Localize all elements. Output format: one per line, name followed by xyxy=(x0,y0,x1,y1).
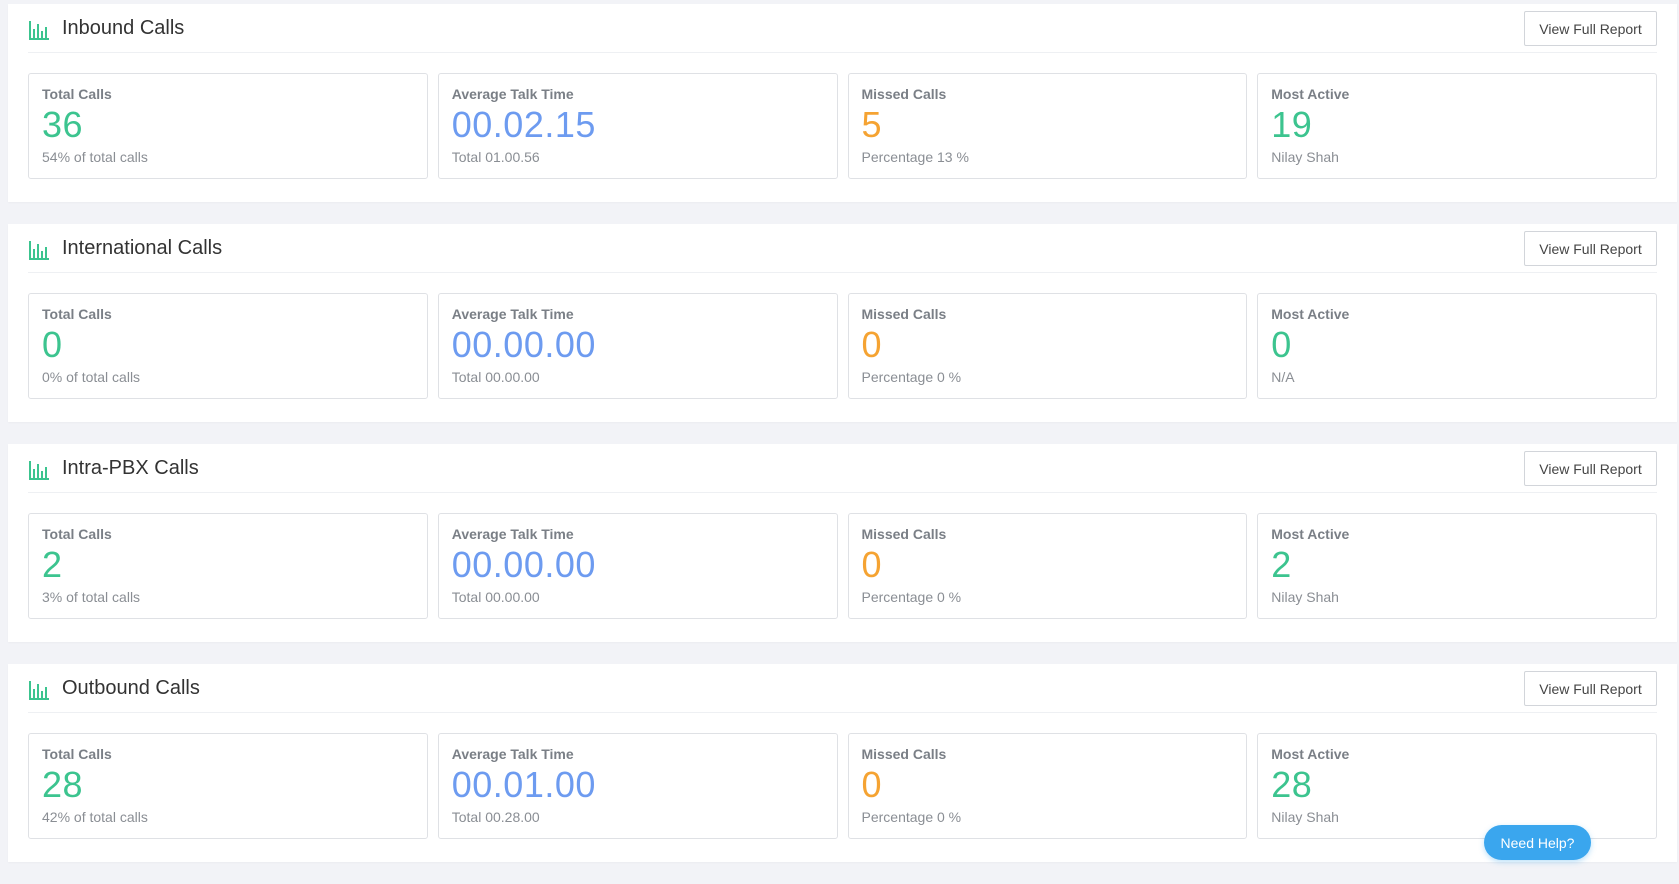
stat-label: Total Calls xyxy=(42,746,112,762)
stat-label: Most Active xyxy=(1271,306,1350,322)
stat-label: Missed Calls xyxy=(861,86,947,102)
stat-subtext: Nilay Shah xyxy=(1271,809,1339,825)
stat-label: Most Active xyxy=(1271,86,1350,102)
stat-card-most-active: Most Active 19 Nilay Shah xyxy=(1257,73,1657,179)
stat-value: 0 xyxy=(861,324,883,365)
stat-card-missed-calls: Missed Calls 0 Percentage 0 % xyxy=(847,733,1248,839)
view-full-report-button[interactable]: View Full Report xyxy=(1524,451,1657,486)
stat-value: 0 xyxy=(861,544,883,585)
section-header: Outbound Calls View Full Report xyxy=(28,664,1657,713)
stat-value: 00.00.00 xyxy=(451,544,596,585)
stat-label: Average Talk Time xyxy=(451,86,574,102)
stat-subtext: Percentage 0 % xyxy=(861,589,962,605)
stat-subtext: 0% of total calls xyxy=(42,369,141,385)
stat-value: 5 xyxy=(861,104,883,145)
bar-chart-icon xyxy=(29,241,49,260)
section-title: Outbound Calls xyxy=(62,677,200,699)
need-help-button[interactable]: Need Help? xyxy=(1484,825,1591,860)
stat-cards: Total Calls 0 0% of total calls Average … xyxy=(28,293,1657,399)
view-full-report-button[interactable]: View Full Report xyxy=(1524,11,1657,46)
stat-label: Most Active xyxy=(1271,746,1350,762)
stat-card-missed-calls: Missed Calls 0 Percentage 0 % xyxy=(847,513,1248,619)
stat-subtext: 42% of total calls xyxy=(42,809,148,825)
stat-value: 00.00.00 xyxy=(451,324,596,365)
stat-card-average-talk-time: Average Talk Time 00.02.15 Total 01.00.5… xyxy=(437,73,838,179)
stat-cards: Total Calls 36 54% of total calls Averag… xyxy=(28,73,1657,179)
section-title: Intra-PBX Calls xyxy=(62,457,199,479)
stat-value: 28 xyxy=(1271,764,1313,805)
stat-subtext: Total 00.00.00 xyxy=(451,589,540,605)
section-title: International Calls xyxy=(62,237,223,259)
stat-cards: Total Calls 28 42% of total calls Averag… xyxy=(28,733,1657,839)
section-header: Intra-PBX Calls View Full Report xyxy=(28,444,1657,493)
stat-label: Total Calls xyxy=(42,86,112,102)
stat-subtext: N/A xyxy=(1271,369,1295,385)
section-intra-pbx-calls: Intra-PBX Calls View Full Report Total C… xyxy=(8,444,1677,642)
stat-value: 2 xyxy=(1271,544,1292,585)
bar-chart-icon xyxy=(29,461,49,480)
section-header: International Calls View Full Report xyxy=(28,224,1657,273)
section-outbound-calls: Outbound Calls View Full Report Total Ca… xyxy=(8,664,1677,862)
stat-card-most-active: Most Active 2 Nilay Shah xyxy=(1257,513,1657,619)
bar-chart-icon xyxy=(29,21,49,40)
stat-value: 0 xyxy=(42,324,63,365)
stat-value: 28 xyxy=(42,764,84,805)
stat-label: Missed Calls xyxy=(861,306,947,322)
stat-value: 2 xyxy=(42,544,63,585)
stat-value: 36 xyxy=(42,104,84,145)
section-international-calls: International Calls View Full Report Tot… xyxy=(8,224,1677,422)
stat-label: Missed Calls xyxy=(861,526,947,542)
stat-value: 00.02.15 xyxy=(451,104,596,145)
stat-subtext: Percentage 13 % xyxy=(861,149,969,165)
stat-subtext: Nilay Shah xyxy=(1271,589,1339,605)
stat-subtext: Total 00.28.00 xyxy=(451,809,540,825)
stat-label: Total Calls xyxy=(42,526,112,542)
stat-value: 0 xyxy=(1271,324,1292,365)
section-inbound-calls: Inbound Calls View Full Report Total Cal… xyxy=(8,4,1677,202)
section-title: Inbound Calls xyxy=(62,17,185,39)
report-sections: Inbound Calls View Full Report Total Cal… xyxy=(8,4,1677,884)
view-full-report-button[interactable]: View Full Report xyxy=(1524,231,1657,266)
stat-card-average-talk-time: Average Talk Time 00.00.00 Total 00.00.0… xyxy=(437,293,838,399)
stat-subtext: Percentage 0 % xyxy=(861,369,962,385)
stat-subtext: Total 01.00.56 xyxy=(451,149,540,165)
stat-card-most-active: Most Active 0 N/A xyxy=(1257,293,1657,399)
stat-value: 0 xyxy=(861,764,883,805)
stat-card-total-calls: Total Calls 28 42% of total calls xyxy=(28,733,428,839)
stat-subtext: Percentage 0 % xyxy=(861,809,962,825)
bar-chart-icon xyxy=(29,681,49,700)
stat-subtext: 54% of total calls xyxy=(42,149,148,165)
stat-label: Average Talk Time xyxy=(451,526,574,542)
stat-cards: Total Calls 2 3% of total calls Average … xyxy=(28,513,1657,619)
stat-label: Average Talk Time xyxy=(451,746,574,762)
stat-card-missed-calls: Missed Calls 5 Percentage 13 % xyxy=(847,73,1248,179)
stat-label: Most Active xyxy=(1271,526,1350,542)
stat-label: Missed Calls xyxy=(861,746,947,762)
stat-label: Average Talk Time xyxy=(451,306,574,322)
stat-card-average-talk-time: Average Talk Time 00.01.00 Total 00.28.0… xyxy=(437,733,838,839)
stat-value: 00.01.00 xyxy=(451,764,596,805)
stat-subtext: 3% of total calls xyxy=(42,589,141,605)
stat-card-most-active: Most Active 28 Nilay Shah xyxy=(1257,733,1657,839)
stat-card-total-calls: Total Calls 0 0% of total calls xyxy=(28,293,428,399)
stat-card-missed-calls: Missed Calls 0 Percentage 0 % xyxy=(847,293,1248,399)
view-full-report-button[interactable]: View Full Report xyxy=(1524,671,1657,706)
stat-card-total-calls: Total Calls 36 54% of total calls xyxy=(28,73,428,179)
stat-card-average-talk-time: Average Talk Time 00.00.00 Total 00.00.0… xyxy=(437,513,838,619)
stat-card-total-calls: Total Calls 2 3% of total calls xyxy=(28,513,428,619)
section-header: Inbound Calls View Full Report xyxy=(28,4,1657,53)
stat-label: Total Calls xyxy=(42,306,112,322)
stat-value: 19 xyxy=(1271,104,1313,145)
stat-subtext: Nilay Shah xyxy=(1271,149,1339,165)
stat-subtext: Total 00.00.00 xyxy=(451,369,540,385)
